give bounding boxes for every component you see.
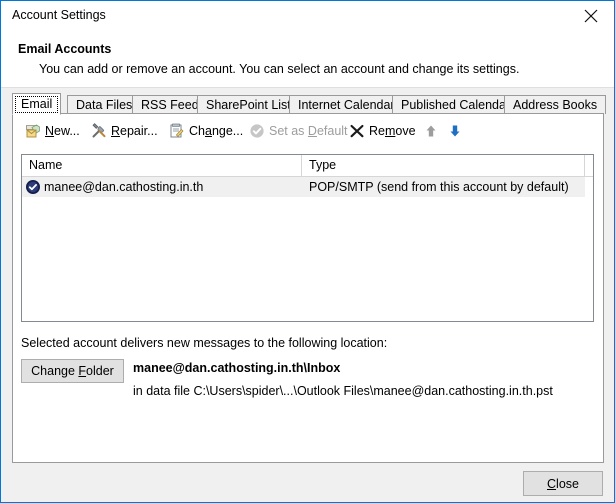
close-button[interactable]: Close <box>523 471 603 496</box>
move-up-button[interactable] <box>423 120 439 142</box>
change-folder-button[interactable]: Change Folder <box>21 359 124 383</box>
change-account-icon <box>169 123 185 139</box>
new-account-icon <box>25 123 41 139</box>
tab-email-label: Email <box>21 97 52 111</box>
column-header-name[interactable]: Name <box>22 155 302 176</box>
delivery-location-value: manee@dan.cathosting.in.th\Inbox <box>133 361 340 375</box>
remove-account-label: Remove <box>369 124 416 138</box>
tab-internet-calendars-label: Internet Calendars <box>298 98 401 112</box>
table-row[interactable]: manee@dan.cathosting.in.th POP/SMTP (sen… <box>22 177 585 197</box>
new-account-button[interactable]: New... <box>25 120 80 142</box>
tab-rss-feeds-label: RSS Feeds <box>141 98 205 112</box>
tab-address-books-label: Address Books <box>513 98 597 112</box>
tab-data-files[interactable]: Data Files <box>67 95 141 114</box>
tab-published-calendars-label: Published Calendars <box>401 98 516 112</box>
accounts-list-header: Name Type <box>22 155 593 177</box>
tab-data-files-label: Data Files <box>76 98 132 112</box>
remove-account-button[interactable]: Remove <box>349 120 416 142</box>
header-subtitle: You can add or remove an account. You ca… <box>39 62 519 76</box>
close-icon[interactable] <box>568 1 614 31</box>
tab-address-books[interactable]: Address Books <box>504 95 606 114</box>
default-account-check-icon <box>25 179 41 195</box>
arrow-down-icon <box>447 123 463 139</box>
delivery-location-label: Selected account delivers new messages t… <box>21 336 387 350</box>
repair-tools-icon <box>91 123 107 139</box>
account-settings-dialog: Account Settings Email Accounts You can … <box>0 0 615 503</box>
tab-strip: Email Data Files RSS Feeds SharePoint Li… <box>1 89 614 114</box>
move-down-button[interactable] <box>447 120 463 142</box>
repair-account-button[interactable]: Repair... <box>91 120 158 142</box>
dialog-header: Email Accounts You can add or remove an … <box>1 31 614 88</box>
arrow-up-icon <box>423 123 439 139</box>
accounts-toolbar: New... Repair... <box>13 114 603 147</box>
set-as-default-button[interactable]: Set as Default <box>249 120 348 142</box>
accounts-list[interactable]: Name Type manee@dan.cathosting.in.th POP… <box>21 154 594 322</box>
email-tab-panel: New... Repair... <box>12 113 604 463</box>
set-as-default-label: Set as Default <box>269 124 348 138</box>
tab-email[interactable]: Email <box>12 93 61 115</box>
check-circle-icon <box>249 123 265 139</box>
dialog-footer: Close <box>1 463 614 502</box>
tab-sharepoint-lists-label: SharePoint Lists <box>206 98 297 112</box>
column-header-stub[interactable] <box>585 155 593 176</box>
account-name-cell: manee@dan.cathosting.in.th <box>44 177 203 197</box>
header-title: Email Accounts <box>18 42 111 56</box>
change-account-button[interactable]: Change... <box>169 120 243 142</box>
change-account-label: Change... <box>189 124 243 138</box>
repair-account-label: Repair... <box>111 124 158 138</box>
new-account-label: New... <box>45 124 80 138</box>
remove-x-icon <box>349 123 365 139</box>
title-bar: Account Settings <box>1 1 614 31</box>
account-type-cell: POP/SMTP (send from this account by defa… <box>309 177 569 197</box>
delivery-data-file: in data file C:\Users\spider\...\Outlook… <box>133 384 553 398</box>
column-header-type[interactable]: Type <box>302 155 585 176</box>
window-title: Account Settings <box>12 8 106 22</box>
